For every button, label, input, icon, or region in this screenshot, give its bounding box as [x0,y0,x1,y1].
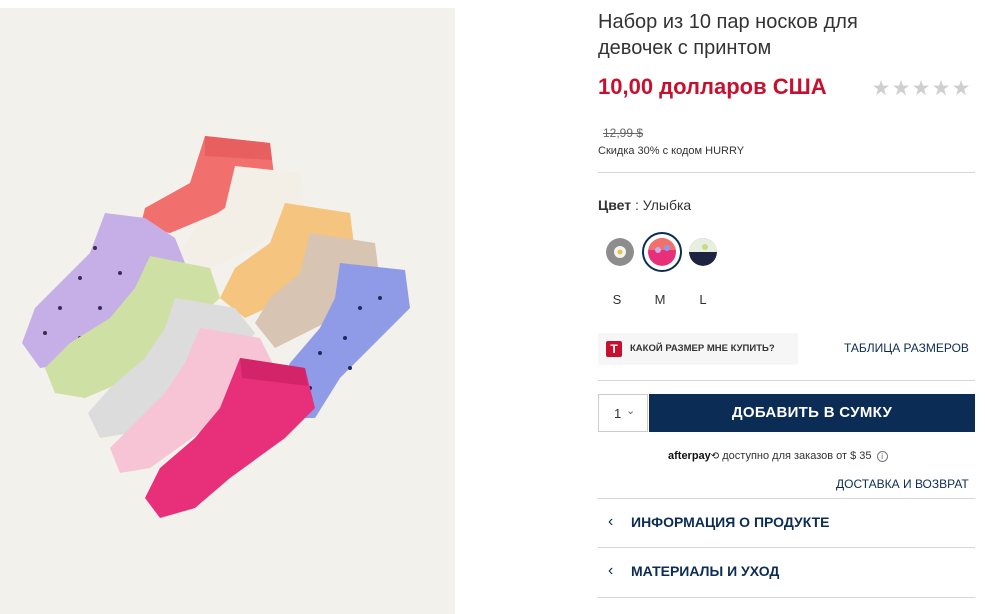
accordion-materials-care[interactable]: ‹ МАТЕРИАЛЫ И УХОД [598,559,975,583]
size-s[interactable]: S [607,292,627,307]
divider [598,380,975,381]
chevron-down-icon: ⌄ [626,405,636,417]
afterpay-text: доступно для заказов от $ 35 [719,450,875,462]
swatch-daisy[interactable] [606,238,634,266]
star-icon: ★ [871,77,891,100]
size-advice-label: КАКОЙ РАЗМЕР МНЕ КУПИТЬ? [630,343,775,354]
star-icon: ★ [911,77,931,100]
chevron-left-icon: ‹ [608,513,614,530]
true-fit-icon: T [606,341,622,357]
accordion-label: ИНФОРМАЦИЯ О ПРОДУКТЕ [631,514,830,530]
info-icon[interactable]: i [876,451,888,462]
sale-price: 10,00 долларов США [598,74,827,99]
selected-color-name: Улыбка [642,197,692,213]
accordion-product-info[interactable]: ‹ ИНФОРМАЦИЯ О ПРОДУКТЕ [598,510,975,534]
afterpay-logo-icon: ⟲ [710,451,720,462]
divider [598,547,975,548]
discount-note: Скидка 30% с кодом HURRY [598,145,745,157]
afterpay-note: afterpay⟲ доступно для заказов от $ 35 i [668,450,888,462]
star-icon: ★ [891,77,911,100]
swatch-smile[interactable] [648,238,676,266]
size-l[interactable]: L [693,292,713,307]
size-m[interactable]: M [650,292,670,307]
chevron-left-icon: ‹ [608,562,614,579]
color-selection-label: Цвет : Улыбка [598,197,691,213]
shipping-returns-link[interactable]: ДОСТАВКА И ВОЗВРАТ [836,477,969,491]
divider [598,597,975,598]
product-image[interactable] [0,8,455,614]
star-icon: ★ [931,77,951,100]
size-advice-button[interactable]: T КАКОЙ РАЗМЕР МНЕ КУПИТЬ? [598,333,798,365]
rating-stars[interactable]: ★★★★★ [871,77,971,101]
socks-illustration [22,136,410,518]
divider [598,172,975,173]
swatch-dark-print[interactable] [689,238,717,266]
color-label: Цвет [598,197,632,213]
add-to-bag-button[interactable]: ДОБАВИТЬ В СУМКУ [649,394,975,432]
accordion-label: МАТЕРИАЛЫ И УХОД [631,563,780,579]
quantity-select[interactable]: 1 ⌄ [598,394,648,432]
star-icon: ★ [951,77,971,100]
size-chart-link[interactable]: ТАБЛИЦА РАЗМЕРОВ [844,341,969,355]
original-price: 12,99 $ [603,126,644,140]
color-separator: : [631,197,643,213]
divider [598,498,975,499]
quantity-value: 1 [614,406,622,421]
product-title: Набор из 10 пар носков для девочек с при… [598,11,858,59]
afterpay-logo: afterpay [668,450,711,462]
